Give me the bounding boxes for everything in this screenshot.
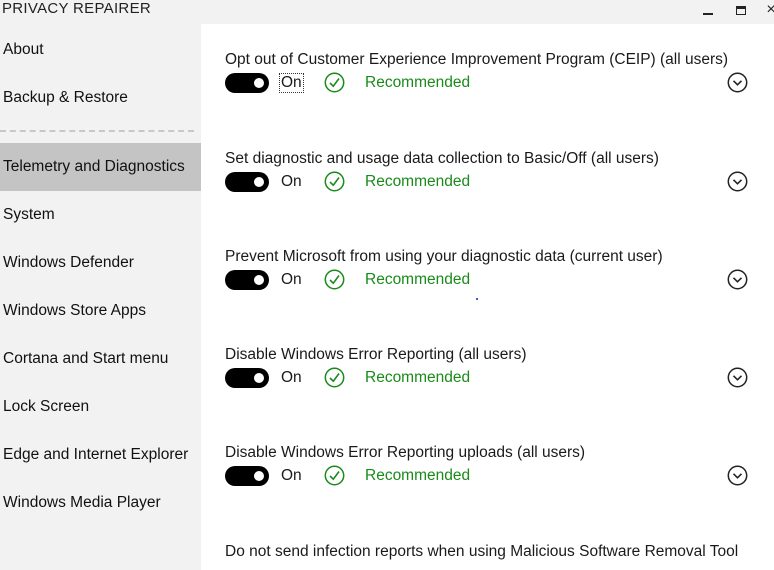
maximize-icon — [736, 5, 746, 15]
toggle-state-label: On — [281, 173, 302, 190]
setting-item: Do not send infection reports when using… — [225, 543, 770, 570]
check-circle-icon — [324, 171, 345, 192]
sidebar-item-system[interactable]: System — [0, 191, 201, 239]
chevron-down-icon[interactable] — [727, 72, 748, 93]
sidebar-item-windows-store-apps[interactable]: Windows Store Apps — [0, 287, 201, 335]
app-title: PRIVACY REPAIRER — [2, 0, 152, 17]
recommended-label: Recommended — [365, 369, 471, 386]
setting-title: Opt out of Customer Experience Improveme… — [225, 51, 729, 68]
setting-toggle[interactable] — [225, 73, 269, 93]
sidebar-item-about[interactable]: About — [0, 26, 201, 74]
setting-title: Prevent Microsoft from using your diagno… — [225, 248, 663, 265]
recommended-label: Recommended — [365, 271, 471, 288]
recommended-label: Recommended — [365, 467, 471, 484]
setting-toggle[interactable] — [225, 270, 269, 290]
sidebar-item-windows-media-player[interactable]: Windows Media Player — [0, 479, 201, 527]
toggle-state-label: On — [281, 271, 302, 288]
toggle-state-label: On — [281, 467, 302, 484]
setting-toggle[interactable] — [225, 466, 269, 486]
focus-dot — [476, 298, 478, 300]
close-button[interactable]: × — [757, 0, 774, 20]
toggle-state-label: On — [281, 369, 302, 386]
chevron-down-icon[interactable] — [727, 269, 748, 290]
sidebar-divider — [0, 130, 194, 132]
setting-toggle[interactable] — [225, 172, 269, 192]
setting-title: Disable Windows Error Reporting uploads … — [225, 444, 586, 461]
check-circle-icon — [324, 72, 345, 93]
settings-panel: Opt out of Customer Experience Improveme… — [201, 24, 774, 570]
sidebar-item-telemetry-diagnostics[interactable]: Telemetry and Diagnostics — [0, 143, 201, 191]
check-circle-icon — [324, 367, 345, 388]
recommended-label: Recommended — [365, 74, 471, 91]
close-icon: × — [766, 1, 774, 18]
setting-title: Set diagnostic and usage data collection… — [225, 150, 659, 167]
chevron-down-icon[interactable] — [727, 367, 748, 388]
check-circle-icon — [324, 465, 345, 486]
check-circle-icon — [324, 269, 345, 290]
minimize-icon — [703, 13, 713, 15]
toggle-knob — [254, 177, 264, 187]
sidebar-item-windows-defender[interactable]: Windows Defender — [0, 239, 201, 287]
toggle-knob — [254, 275, 264, 285]
toggle-knob — [254, 78, 264, 88]
sidebar: About Backup & Restore Telemetry and Dia… — [0, 24, 201, 570]
setting-toggle[interactable] — [225, 368, 269, 388]
title-bar: PRIVACY REPAIRER × — [0, 0, 774, 24]
sidebar-item-backup-restore[interactable]: Backup & Restore — [0, 74, 201, 122]
setting-title: Disable Windows Error Reporting (all use… — [225, 346, 527, 363]
sidebar-item-lock-screen[interactable]: Lock Screen — [0, 383, 201, 431]
setting-title: Do not send infection reports when using… — [225, 543, 739, 560]
minimize-button[interactable] — [694, 0, 722, 20]
sidebar-item-cortana-start-menu[interactable]: Cortana and Start menu — [0, 335, 201, 383]
sidebar-item-edge-ie[interactable]: Edge and Internet Explorer — [0, 431, 201, 479]
toggle-state-label: On — [279, 73, 304, 93]
toggle-knob — [254, 373, 264, 383]
recommended-label: Recommended — [365, 173, 471, 190]
chevron-down-icon[interactable] — [727, 465, 748, 486]
maximize-button[interactable] — [727, 0, 755, 20]
chevron-down-icon[interactable] — [727, 171, 748, 192]
toggle-knob — [254, 471, 264, 481]
